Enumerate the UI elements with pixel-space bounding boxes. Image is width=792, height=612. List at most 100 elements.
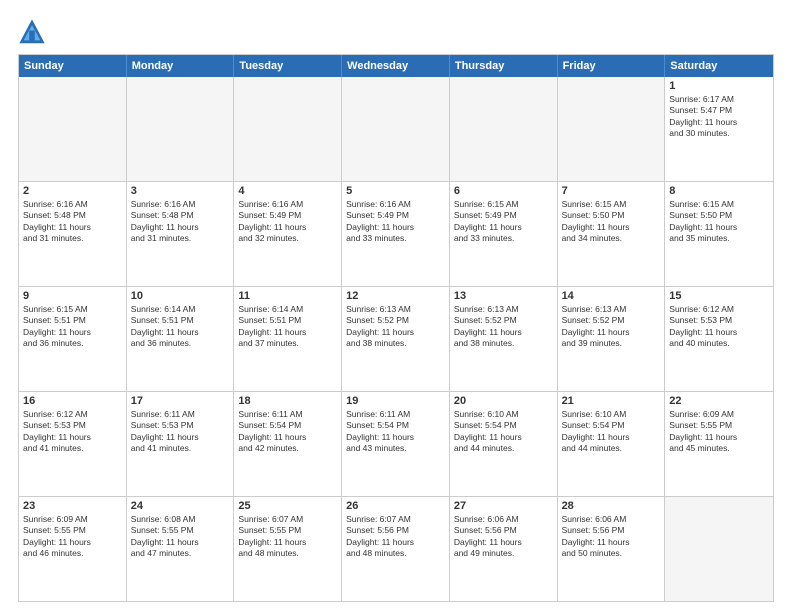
day-number: 16	[23, 395, 122, 407]
calendar-cell: 28Sunrise: 6:06 AM Sunset: 5:56 PM Dayli…	[558, 497, 666, 601]
calendar-cell: 23 Sunrise: 6:09 AM Sunset: 5:55 PM Dayli…	[19, 497, 127, 601]
calendar-cell: 5Sunrise: 6:16 AM Sunset: 5:49 PM Daylig…	[342, 182, 450, 286]
calendar-cell: 22Sunrise: 6:09 AM Sunset: 5:55 PM Dayli…	[665, 392, 773, 496]
day-number: 25	[238, 500, 337, 512]
calendar-cell: 6 Sunrise: 6:15 AM Sunset: 5:49 PM Daylig…	[450, 182, 558, 286]
day-number: 20	[454, 395, 553, 407]
cell-info: Sunrise: 6:15 AM Sunset: 5:50 PM Dayligh…	[562, 199, 661, 245]
calendar-cell: 10 Sunrise: 6:14 AM Sunset: 5:51 PM Dayli…	[127, 287, 235, 391]
cell-info: Sunrise: 6:07 AM Sunset: 5:55 PM Dayligh…	[238, 514, 337, 560]
calendar-cell: 20 Sunrise: 6:10 AM Sunset: 5:54 PM Dayli…	[450, 392, 558, 496]
cell-info: Sunrise: 6:13 AM Sunset: 5:52 PM Dayligh…	[454, 304, 553, 350]
day-number: 4	[238, 185, 337, 197]
logo	[18, 18, 50, 46]
calendar-cell: 17Sunrise: 6:11 AM Sunset: 5:53 PM Dayli…	[127, 392, 235, 496]
day-number: 27	[454, 500, 553, 512]
cell-info: Sunrise: 6:10 AM Sunset: 5:54 PM Dayligh…	[454, 409, 553, 455]
day-number: 11	[238, 290, 337, 302]
calendar-cell: 12 Sunrise: 6:13 AM Sunset: 5:52 PM Dayli…	[342, 287, 450, 391]
cell-info: Sunrise: 6:11 AM Sunset: 5:53 PM Dayligh…	[131, 409, 230, 455]
cell-info: Sunrise: 6:07 AM Sunset: 5:56 PM Dayligh…	[346, 514, 445, 560]
calendar-row-0: 1Sunrise: 6:17 AM Sunset: 5:47 PM Daylig…	[19, 77, 773, 181]
day-number: 7	[562, 185, 661, 197]
calendar-row-2: 9 Sunrise: 6:15 AM Sunset: 5:51 PM Daylig…	[19, 286, 773, 391]
day-number: 23	[23, 500, 122, 512]
day-number: 26	[346, 500, 445, 512]
calendar-cell: 14 Sunrise: 6:13 AM Sunset: 5:52 PM Dayli…	[558, 287, 666, 391]
calendar-cell	[342, 77, 450, 181]
calendar-cell	[234, 77, 342, 181]
weekday-header-friday: Friday	[558, 55, 666, 77]
cell-info: Sunrise: 6:13 AM Sunset: 5:52 PM Dayligh…	[346, 304, 445, 350]
calendar-cell: 2 Sunrise: 6:16 AM Sunset: 5:48 PM Daylig…	[19, 182, 127, 286]
calendar-cell: 1Sunrise: 6:17 AM Sunset: 5:47 PM Daylig…	[665, 77, 773, 181]
cell-info: Sunrise: 6:15 AM Sunset: 5:50 PM Dayligh…	[669, 199, 769, 245]
cell-info: Sunrise: 6:16 AM Sunset: 5:48 PM Dayligh…	[23, 199, 122, 245]
weekday-header-saturday: Saturday	[665, 55, 773, 77]
cell-info: Sunrise: 6:16 AM Sunset: 5:49 PM Dayligh…	[238, 199, 337, 245]
calendar-header: SundayMondayTuesdayWednesdayThursdayFrid…	[19, 55, 773, 77]
cell-info: Sunrise: 6:12 AM Sunset: 5:53 PM Dayligh…	[23, 409, 122, 455]
calendar-cell: 19 Sunrise: 6:11 AM Sunset: 5:54 PM Dayli…	[342, 392, 450, 496]
day-number: 24	[131, 500, 230, 512]
calendar-cell	[19, 77, 127, 181]
calendar-cell: 16 Sunrise: 6:12 AM Sunset: 5:53 PM Dayli…	[19, 392, 127, 496]
calendar-body: 1Sunrise: 6:17 AM Sunset: 5:47 PM Daylig…	[19, 77, 773, 601]
cell-info: Sunrise: 6:14 AM Sunset: 5:51 PM Dayligh…	[131, 304, 230, 350]
calendar-cell	[450, 77, 558, 181]
calendar-cell: 21 Sunrise: 6:10 AM Sunset: 5:54 PM Dayli…	[558, 392, 666, 496]
day-number: 22	[669, 395, 769, 407]
calendar-cell: 24 Sunrise: 6:08 AM Sunset: 5:55 PM Dayli…	[127, 497, 235, 601]
weekday-header-monday: Monday	[127, 55, 235, 77]
day-number: 9	[23, 290, 122, 302]
calendar-row-1: 2 Sunrise: 6:16 AM Sunset: 5:48 PM Daylig…	[19, 181, 773, 286]
calendar-cell	[558, 77, 666, 181]
cell-info: Sunrise: 6:15 AM Sunset: 5:51 PM Dayligh…	[23, 304, 122, 350]
cell-info: Sunrise: 6:15 AM Sunset: 5:49 PM Dayligh…	[454, 199, 553, 245]
weekday-header-thursday: Thursday	[450, 55, 558, 77]
day-number: 21	[562, 395, 661, 407]
header	[18, 18, 774, 46]
day-number: 12	[346, 290, 445, 302]
cell-info: Sunrise: 6:13 AM Sunset: 5:52 PM Dayligh…	[562, 304, 661, 350]
cell-info: Sunrise: 6:06 AM Sunset: 5:56 PM Dayligh…	[454, 514, 553, 560]
cell-info: Sunrise: 6:11 AM Sunset: 5:54 PM Dayligh…	[238, 409, 337, 455]
weekday-header-wednesday: Wednesday	[342, 55, 450, 77]
calendar-cell: 8 Sunrise: 6:15 AM Sunset: 5:50 PM Daylig…	[665, 182, 773, 286]
calendar-cell: 25 Sunrise: 6:07 AM Sunset: 5:55 PM Dayli…	[234, 497, 342, 601]
day-number: 13	[454, 290, 553, 302]
day-number: 10	[131, 290, 230, 302]
cell-info: Sunrise: 6:14 AM Sunset: 5:51 PM Dayligh…	[238, 304, 337, 350]
calendar-row-4: 23 Sunrise: 6:09 AM Sunset: 5:55 PM Dayli…	[19, 496, 773, 601]
day-number: 8	[669, 185, 769, 197]
page: SundayMondayTuesdayWednesdayThursdayFrid…	[0, 0, 792, 612]
day-number: 3	[131, 185, 230, 197]
calendar-cell: 15 Sunrise: 6:12 AM Sunset: 5:53 PM Dayli…	[665, 287, 773, 391]
cell-info: Sunrise: 6:08 AM Sunset: 5:55 PM Dayligh…	[131, 514, 230, 560]
cell-info: Sunrise: 6:06 AM Sunset: 5:56 PM Dayligh…	[562, 514, 661, 560]
calendar-cell: 9 Sunrise: 6:15 AM Sunset: 5:51 PM Daylig…	[19, 287, 127, 391]
logo-icon	[18, 18, 46, 46]
calendar-cell: 3 Sunrise: 6:16 AM Sunset: 5:48 PM Daylig…	[127, 182, 235, 286]
calendar-cell: 13 Sunrise: 6:13 AM Sunset: 5:52 PM Dayli…	[450, 287, 558, 391]
cell-info: Sunrise: 6:10 AM Sunset: 5:54 PM Dayligh…	[562, 409, 661, 455]
day-number: 14	[562, 290, 661, 302]
calendar-cell	[127, 77, 235, 181]
day-number: 1	[669, 80, 769, 92]
cell-info: Sunrise: 6:11 AM Sunset: 5:54 PM Dayligh…	[346, 409, 445, 455]
calendar-cell: 11 Sunrise: 6:14 AM Sunset: 5:51 PM Dayli…	[234, 287, 342, 391]
cell-info: Sunrise: 6:09 AM Sunset: 5:55 PM Dayligh…	[23, 514, 122, 560]
calendar: SundayMondayTuesdayWednesdayThursdayFrid…	[18, 54, 774, 602]
calendar-row-3: 16 Sunrise: 6:12 AM Sunset: 5:53 PM Dayli…	[19, 391, 773, 496]
cell-info: Sunrise: 6:12 AM Sunset: 5:53 PM Dayligh…	[669, 304, 769, 350]
calendar-cell: 4 Sunrise: 6:16 AM Sunset: 5:49 PM Daylig…	[234, 182, 342, 286]
day-number: 15	[669, 290, 769, 302]
day-number: 18	[238, 395, 337, 407]
calendar-cell	[665, 497, 773, 601]
cell-info: Sunrise: 6:16 AM Sunset: 5:48 PM Dayligh…	[131, 199, 230, 245]
weekday-header-sunday: Sunday	[19, 55, 127, 77]
calendar-cell: 26 Sunrise: 6:07 AM Sunset: 5:56 PM Dayli…	[342, 497, 450, 601]
day-number: 2	[23, 185, 122, 197]
day-number: 6	[454, 185, 553, 197]
day-number: 19	[346, 395, 445, 407]
